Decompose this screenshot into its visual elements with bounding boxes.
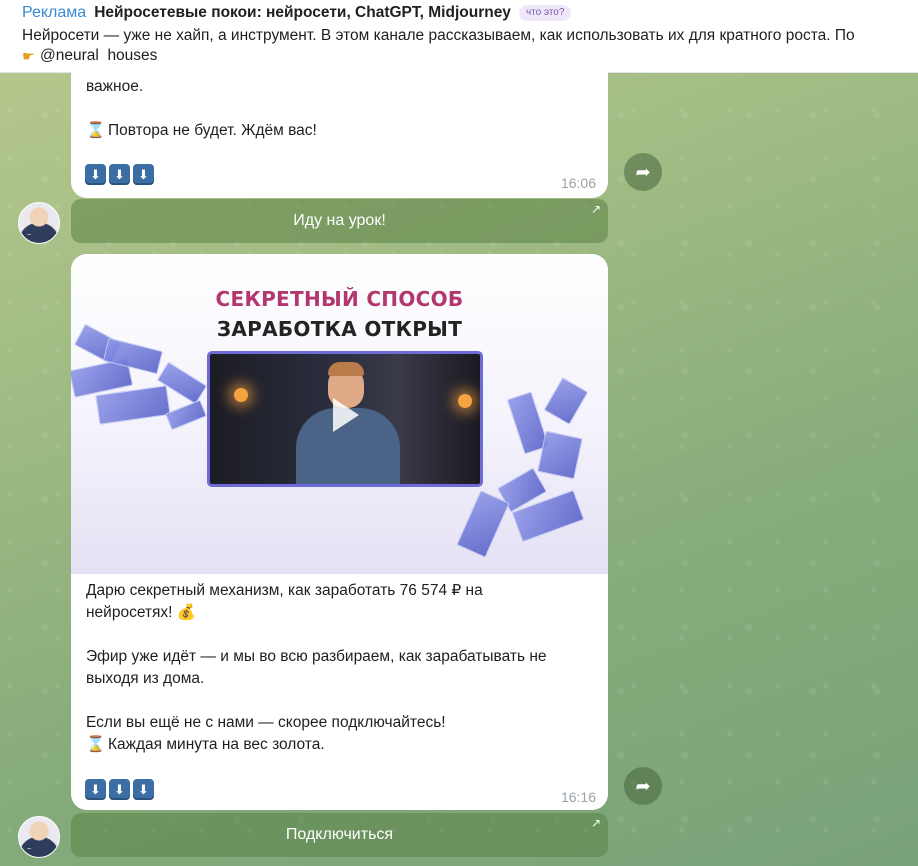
ad-description: Нейросети — уже не хайп, а инструмент. В…: [22, 27, 855, 44]
play-icon[interactable]: [333, 398, 359, 432]
hourglass-icon: ⌛: [86, 736, 106, 753]
ad-info-badge[interactable]: что это?: [518, 5, 572, 21]
arrow-emojis: ⬇ ⬇ ⬇: [85, 164, 154, 185]
promo-headline: СЕКРЕТНЫЙ СПОСОБ: [215, 287, 464, 311]
ad-label: Реклама: [22, 4, 87, 21]
arrow-down-icon: ⬇: [109, 779, 130, 800]
message-paragraph: Эфир уже идёт — и мы во всю разбираем, к…: [86, 648, 547, 687]
external-link-icon: ↗: [590, 816, 601, 830]
video-thumbnail[interactable]: [207, 351, 483, 487]
promo-headline: ЗАРАБОТКА ОТКРЫТ: [216, 317, 463, 341]
inline-button-go-to-lesson[interactable]: Иду на урок! ↗: [71, 199, 608, 243]
message-bubble: СЕКРЕТНЫЙ СПОСОБ ЗАРАБОТКА ОТКРЫТ Дарю с…: [71, 254, 608, 810]
message-bubble: важное. ⌛ Повтора не будет. Ждём вас! ⬇ ⬇…: [71, 60, 608, 198]
arrow-down-icon: ⬇: [85, 164, 106, 185]
arrow-down-icon: ⬇: [85, 779, 106, 800]
inline-button-connect[interactable]: Подключиться ↗: [71, 813, 608, 857]
inline-button-label: Иду на урок!: [293, 212, 386, 229]
avatar-signature: ~: [27, 232, 32, 239]
channel-avatar[interactable]: ~: [18, 816, 60, 858]
message-text: ⌛ Повтора не будет. Ждём вас!: [86, 120, 593, 142]
arrow-down-icon: ⬇: [133, 779, 154, 800]
message-paragraph: Если вы ещё не с нами — скорее подключай…: [86, 712, 593, 756]
inline-button-label: Подключиться: [285, 826, 394, 843]
ad-channel-title[interactable]: Нейросетевые покои: нейросети, ChatGPT, …: [94, 4, 511, 22]
promo-image[interactable]: СЕКРЕТНЫЙ СПОСОБ ЗАРАБОТКА ОТКРЫТ: [71, 254, 608, 574]
pointing-hand-icon: ☛: [22, 47, 35, 64]
forward-button[interactable]: ➦: [624, 767, 662, 805]
arrow-emojis: ⬇ ⬇ ⬇: [85, 779, 154, 800]
avatar-signature: ~: [27, 846, 32, 853]
money-bag-icon: 💰: [176, 604, 197, 621]
message-text: важное.: [86, 78, 144, 95]
external-link-icon: ↗: [590, 202, 601, 216]
message-text-block: Дарю секретный механизм, как заработать …: [86, 580, 593, 756]
message-paragraph: Дарю секретный механизм, как заработать …: [86, 582, 483, 621]
channel-avatar[interactable]: ~: [18, 202, 60, 244]
hourglass-icon: ⌛: [86, 122, 106, 139]
arrow-down-icon: ⬇: [133, 164, 154, 185]
arrow-down-icon: ⬇: [109, 164, 130, 185]
forward-button[interactable]: ➦: [624, 153, 662, 191]
